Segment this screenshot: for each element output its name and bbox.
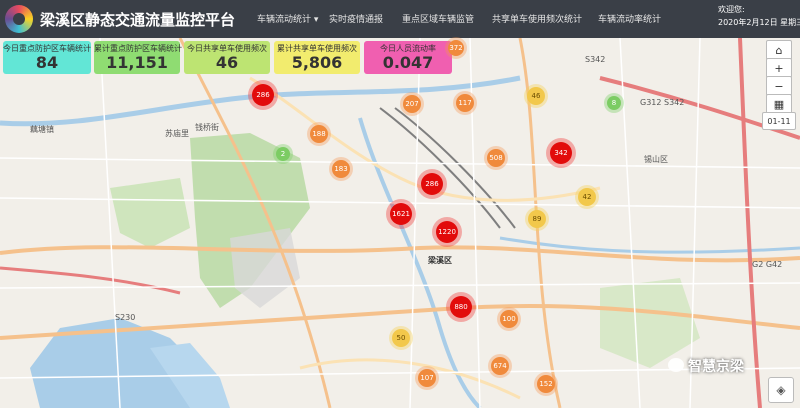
cluster-marker[interactable]: 207 [403, 95, 421, 113]
zoom-out-button[interactable]: − [766, 76, 792, 96]
layers-icon: ◈ [776, 383, 786, 397]
cluster-marker[interactable]: 50 [392, 329, 410, 347]
cluster-marker[interactable]: 152 [537, 375, 555, 393]
cluster-marker[interactable]: 508 [487, 149, 505, 167]
cluster-marker[interactable]: 42 [578, 188, 596, 206]
place-label: 钱桥街 [195, 123, 219, 132]
nav-flow-rate[interactable]: 车辆流动率统计 [598, 12, 661, 25]
cluster-marker[interactable]: 107 [418, 369, 436, 387]
plus-icon: + [774, 61, 784, 75]
watermark: 智慧京梁 [688, 359, 744, 375]
stat-value: 0.047 [382, 53, 434, 72]
cluster-marker[interactable]: 1220 [436, 221, 458, 243]
road-label: S230 [115, 313, 136, 322]
cluster-marker[interactable]: 1621 [390, 203, 412, 225]
cluster-marker[interactable]: 342 [550, 142, 572, 164]
logo-icon [5, 5, 33, 33]
cluster-marker[interactable]: 286 [252, 84, 274, 106]
nav-shared-bike[interactable]: 共享单车使用频次统计 [492, 12, 582, 25]
stat-value: 84 [35, 53, 59, 72]
stat-value: 5,806 [291, 53, 343, 72]
calendar-button[interactable]: ▦ [766, 94, 792, 114]
cluster-marker[interactable]: 286 [421, 173, 443, 195]
date-label: 01-11 [762, 112, 796, 130]
nav-key-area[interactable]: 重点区域车辆监管 [402, 12, 474, 25]
cluster-marker[interactable]: 89 [528, 210, 546, 228]
layers-button[interactable]: ◈ [768, 377, 794, 403]
stat-card-today-bike-usage: 今日共享单车使用频次 46 [184, 41, 270, 74]
wechat-icon [668, 358, 684, 372]
minus-icon: − [774, 79, 784, 93]
cluster-marker[interactable]: 8 [607, 96, 621, 110]
stat-card-today-key-vehicles: 今日重点防护区车辆统计 84 [3, 41, 91, 74]
cluster-marker[interactable]: 188 [310, 125, 328, 143]
cluster-marker[interactable]: 183 [332, 160, 350, 178]
stat-value: 46 [215, 53, 239, 72]
app-header: 梁溪区静态交通流量监控平台 车辆流动统计 ▾ 实时疫情通报 重点区域车辆监管 共… [0, 0, 800, 38]
nav-vehicle-flow[interactable]: 车辆流动统计 ▾ [257, 12, 318, 25]
stat-card-total-bike-usage: 累计共享单车使用频次 5,806 [274, 41, 360, 74]
road-label: G312 S342 [640, 98, 685, 107]
nav-epidemic-report[interactable]: 实时疫情通报 [329, 12, 383, 25]
stat-card-flow-rate: 今日人员流动率 0.047 [364, 41, 452, 74]
home-icon: ⌂ [775, 43, 783, 57]
road-label: G2 G42 [752, 260, 783, 269]
cluster-marker[interactable]: 117 [456, 94, 474, 112]
calendar-icon: ▦ [773, 97, 785, 111]
cluster-marker[interactable]: 674 [491, 357, 509, 375]
cluster-marker[interactable]: 46 [527, 87, 545, 105]
current-date: 2020年2月12日 星期三 [718, 18, 800, 27]
place-label: 梁溪区 [428, 256, 452, 265]
place-label: 苏庙里 [165, 129, 189, 138]
cluster-marker[interactable]: 100 [500, 310, 518, 328]
place-label: 藕塘镇 [30, 125, 54, 134]
stat-card-total-key-vehicles: 累计重点防护区车辆统计 11,151 [94, 41, 182, 74]
place-label: 锡山区 [644, 155, 668, 164]
stat-value: 11,151 [106, 53, 168, 72]
page-title: 梁溪区静态交通流量监控平台 [40, 11, 236, 29]
welcome-text: 欢迎您: [718, 5, 745, 14]
cluster-marker[interactable]: 880 [450, 296, 472, 318]
home-button[interactable]: ⌂ [766, 40, 792, 60]
cluster-marker[interactable]: 2 [276, 147, 290, 161]
zoom-in-button[interactable]: + [766, 58, 792, 78]
road-label: S342 [585, 55, 606, 64]
cluster-marker[interactable]: 372 [448, 40, 464, 56]
